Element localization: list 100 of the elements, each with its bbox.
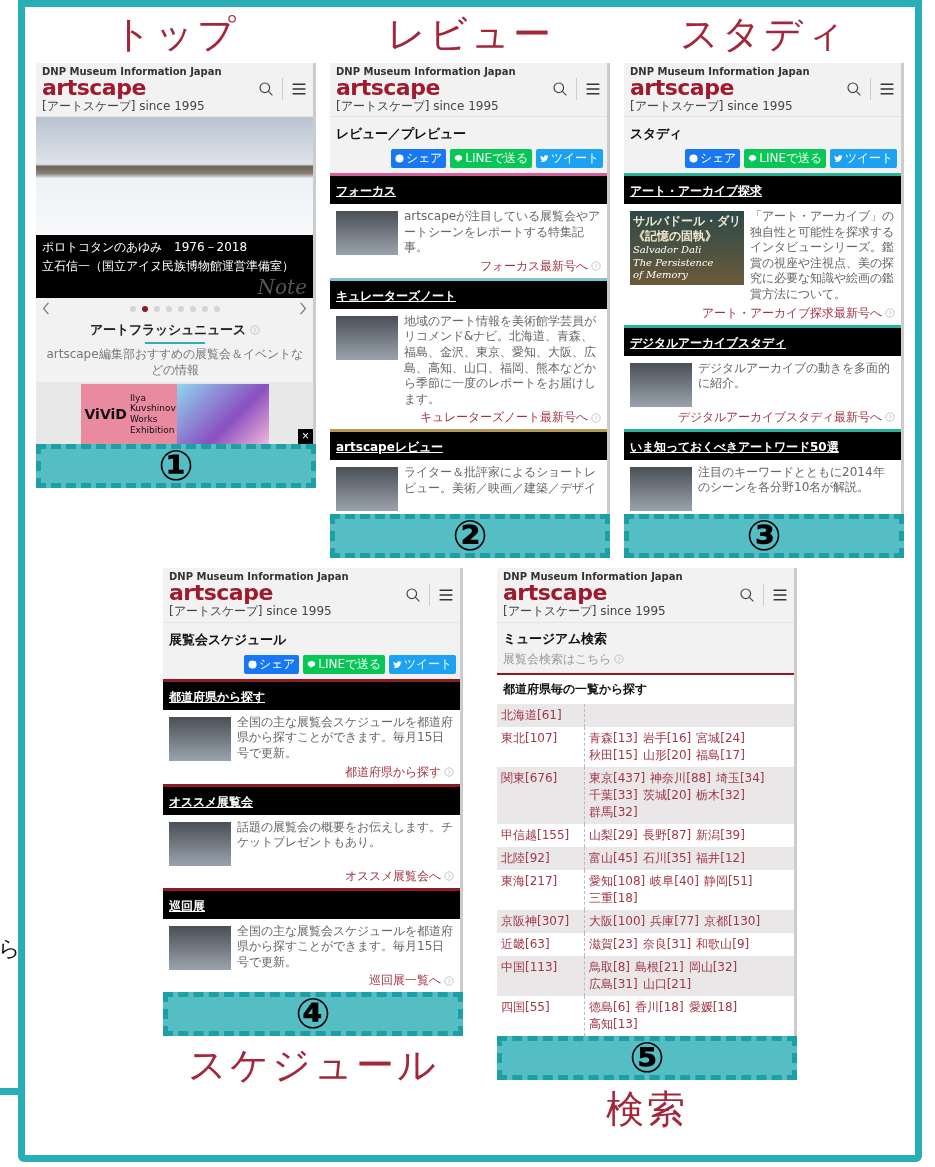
prefecture-link[interactable]: 東京[437] — [589, 769, 646, 787]
region-link[interactable]: 近畿[63] — [497, 932, 585, 956]
search-icon[interactable] — [552, 81, 568, 98]
carousel-dot[interactable] — [153, 305, 160, 312]
region-link[interactable]: 関東[676] — [497, 766, 585, 824]
share-button[interactable]: シェア — [685, 149, 741, 169]
region-link[interactable]: 東海[217] — [497, 869, 585, 910]
carousel-dot[interactable] — [141, 305, 148, 312]
prefecture-link[interactable]: 山口[21] — [642, 975, 692, 993]
more-link[interactable]: デジタルアーカイブスタディ最新号へ — [678, 408, 882, 426]
prefecture-link[interactable]: 秋田[15] — [589, 746, 638, 764]
prefecture-link[interactable]: 奈良[31] — [642, 935, 692, 953]
prefecture-link[interactable]: 島根[21] — [635, 958, 684, 976]
more-link[interactable]: フォーカス最新号へ — [480, 257, 588, 275]
prefecture-link[interactable]: 栃木[32] — [696, 786, 745, 804]
prefecture-link[interactable]: 愛媛[18] — [688, 998, 738, 1016]
menu-icon[interactable] — [291, 81, 307, 98]
region-link[interactable]: 東北[107] — [497, 726, 585, 767]
prefecture-link[interactable]: 福井[12] — [696, 849, 745, 867]
prefecture-link[interactable]: 京都[130] — [703, 912, 761, 930]
prefecture-link[interactable]: 兵庫[77] — [650, 912, 699, 930]
section-heading[interactable]: いま知っておくべきアートワード50選 — [630, 439, 839, 454]
prefecture-link[interactable]: 香川[18] — [635, 998, 684, 1016]
more-link[interactable]: 都道府県から探す — [345, 763, 441, 781]
carousel-dot[interactable] — [189, 305, 196, 312]
menu-icon[interactable] — [438, 587, 454, 604]
menu-icon[interactable] — [879, 81, 895, 98]
region-link[interactable]: 北陸[92] — [497, 846, 585, 870]
carousel-dot[interactable] — [213, 305, 220, 312]
left-chevron-icon[interactable] — [42, 302, 50, 316]
prefecture-link[interactable]: 福島[17] — [696, 746, 745, 764]
prefecture-link[interactable]: 和歌山[9] — [696, 935, 750, 953]
arrow-circle-icon — [885, 412, 895, 423]
prefecture-link[interactable]: 静岡[51] — [703, 872, 753, 890]
section-heading[interactable]: デジタルアーカイブスタディ — [630, 335, 786, 350]
prefecture-link[interactable]: 高知[13] — [589, 1015, 638, 1033]
search-icon[interactable] — [405, 587, 421, 604]
right-chevron-icon[interactable] — [299, 302, 307, 316]
site-logo[interactable]: artscape — [169, 582, 349, 605]
section-heading[interactable]: artscapeレビュー — [336, 440, 443, 455]
prefecture-link[interactable]: 山形[20] — [642, 746, 692, 764]
section-heading[interactable]: アート・アーカイブ探求 — [630, 184, 762, 199]
section-heading[interactable]: キュレーターズノート — [336, 288, 456, 303]
prefecture-link[interactable]: 大阪[100] — [589, 912, 646, 930]
more-link[interactable]: キュレーターズノート最新号へ — [420, 409, 588, 427]
menu-icon[interactable] — [772, 587, 788, 604]
prefecture-link[interactable]: 滋賀[23] — [589, 935, 638, 953]
circle-icon — [395, 154, 405, 164]
prefecture-link[interactable]: 富山[45] — [589, 849, 638, 867]
prefecture-link[interactable]: 岡山[32] — [688, 958, 738, 976]
prefecture-link[interactable]: 愛知[108] — [589, 872, 646, 890]
prefecture-link[interactable]: 岐阜[40] — [650, 872, 699, 890]
section-heading[interactable]: 巡回展 — [169, 898, 205, 913]
prefecture-link[interactable]: 茨城[20] — [642, 786, 692, 804]
close-button[interactable]: × — [298, 429, 313, 445]
carousel-dot[interactable] — [201, 305, 208, 312]
site-logo[interactable]: artscape — [503, 582, 683, 605]
share-button[interactable]: シェア — [391, 149, 447, 169]
section-heading[interactable]: 都道府県から探す — [169, 689, 265, 704]
more-link[interactable]: オススメ展覧会へ — [345, 867, 441, 885]
step-number: ③ — [746, 514, 782, 557]
prefecture-link[interactable]: 山梨[29] — [589, 826, 638, 844]
carousel-dot[interactable] — [165, 305, 172, 312]
more-link[interactable]: アート・アーカイブ探求最新号へ — [702, 304, 882, 322]
site-logo[interactable]: artscape — [42, 76, 222, 99]
poster-text: Ilya — [129, 392, 147, 404]
prefecture-link[interactable]: 三重[18] — [589, 889, 638, 907]
prefecture-link[interactable]: 広島[31] — [589, 975, 638, 993]
prefecture-link[interactable]: 群馬[32] — [589, 803, 638, 821]
carousel-dot[interactable] — [129, 305, 136, 312]
prefecture-link[interactable]: 千葉[33] — [589, 786, 638, 804]
more-link[interactable]: 巡回展一覧へ — [369, 972, 441, 990]
site-logo[interactable]: artscape — [630, 76, 810, 99]
section-description: artscape編集部おすすめの展覧会＆イベントなどの情報 — [45, 347, 304, 379]
prefecture-link[interactable]: 埼玉[34] — [715, 769, 765, 787]
search-icon[interactable] — [258, 81, 274, 98]
prefecture-link[interactable]: 徳島[6] — [589, 998, 630, 1016]
section-heading[interactable]: フォーカス — [336, 184, 396, 199]
prefecture-link[interactable]: 岩手[16] — [642, 729, 692, 747]
logo-tagline: DNP Museum Information Japan — [336, 65, 516, 77]
prefecture-link[interactable]: 宮城[24] — [696, 729, 745, 747]
site-logo[interactable]: artscape — [336, 76, 516, 99]
page-title: ミュージアム検索 — [503, 629, 608, 648]
region-link[interactable]: 中国[113] — [497, 955, 585, 996]
panel-label: トップ — [113, 13, 239, 57]
region-link[interactable]: 甲信越[155] — [497, 823, 585, 847]
region-link[interactable]: 四国[55] — [497, 995, 585, 1036]
prefecture-link[interactable]: 石川[35] — [642, 849, 692, 867]
menu-icon[interactable] — [585, 81, 601, 98]
prefecture-link[interactable]: 青森[13] — [589, 729, 638, 747]
carousel-dot[interactable] — [177, 305, 184, 312]
section-heading[interactable]: オススメ展覧会 — [169, 794, 253, 809]
search-icon[interactable] — [739, 587, 755, 604]
prefecture-link[interactable]: 新潟[39] — [696, 826, 745, 844]
section-description: 地域のアート情報を美術館学芸員がリコメンド&ナビ。北海道、青森、福島、金沢、東京、愛知、大阪、広島、高知、山口、福岡、熊本などから季節に一度のレポートをお届けします。 — [404, 313, 597, 408]
prefecture-link[interactable]: 長野[87] — [642, 826, 692, 844]
prefecture-link[interactable]: 鳥取[8] — [589, 958, 630, 976]
search-icon[interactable] — [846, 81, 862, 98]
region-link[interactable]: 京阪神[307] — [497, 909, 585, 933]
prefecture-link[interactable]: 神奈川[88] — [650, 769, 711, 787]
